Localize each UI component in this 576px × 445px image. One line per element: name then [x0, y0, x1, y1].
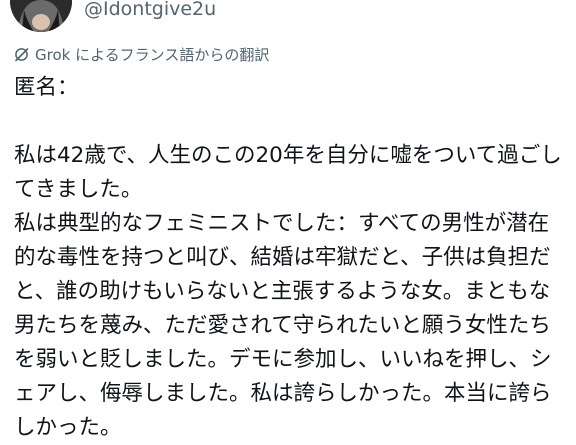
tweet-line: 男たちを蔑み、ただ愛されて守られたいと願う女性たち: [14, 313, 551, 338]
translation-label: Grok によるフランス語からの翻訳: [35, 45, 270, 64]
tweet-header: @Idontgive2u: [0, 0, 576, 40]
tweet-line: [14, 105, 566, 139]
grok-icon: [14, 47, 29, 62]
tweet-line: 匿名：: [14, 75, 79, 100]
tweet-line: 私は42歳で、人生のこの20年を自分に嘘をついて過ごし: [14, 143, 562, 168]
tweet-line: しかった。: [14, 415, 122, 440]
avatar[interactable]: [10, 0, 72, 32]
tweet-line: ェアし、侮辱しました。私は誇らしかった。本当に誇ら: [14, 381, 552, 406]
tweet-line: てきました。: [14, 177, 143, 202]
user-handle[interactable]: @Idontgive2u: [84, 0, 216, 20]
tweet-line: 私は典型的なフェミニストでした：すべての男性が潜在: [14, 211, 550, 236]
tweet-line: と、誰の助けもいらないと主張するような女。まともな: [14, 279, 551, 304]
translation-notice[interactable]: Grok によるフランス語からの翻訳: [14, 43, 269, 65]
tweet-line: を弱いと貶しました。デモに参加し、いいねを押し、シ: [14, 347, 552, 372]
tweet-line: 的な毒性を持つと叫び、結婚は牢獄だと、子供は負担だ: [14, 245, 551, 270]
tweet-text: 匿名： 私は42歳で、人生のこの20年を自分に嘘をついて過ごし てきました。 私…: [14, 71, 566, 445]
